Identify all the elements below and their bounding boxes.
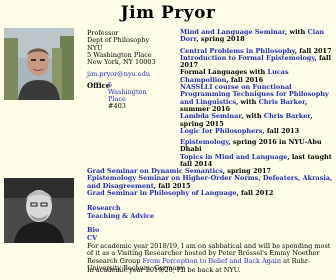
coteacher-link[interactable]: Chris Barker bbox=[259, 98, 305, 106]
return-note: In academic year 2019/20, I'll be back a… bbox=[87, 266, 241, 274]
course-item: NASSLLI course on Functional Programming… bbox=[180, 83, 329, 113]
bio-link[interactable]: Bio bbox=[87, 226, 99, 234]
office-street-link[interactable]: 5 Washington Place bbox=[108, 81, 147, 103]
course-list: Mind and Language Seminar, with Cian Dor… bbox=[180, 28, 334, 168]
email-row: jim.pryor@nyu.edu bbox=[87, 71, 150, 78]
course-item: Epistemology, spring 2016 in NYU-Abu Dha… bbox=[180, 138, 322, 154]
course-link[interactable]: Introduction to Formal Epistemology bbox=[180, 54, 314, 62]
grad-course-list: Grad Seminar on Dynamic Semantics, sprin… bbox=[87, 167, 335, 197]
teaching-link[interactable]: Teaching & Advice bbox=[87, 212, 154, 220]
grad-course-item: Epistemology Seminar on Higher-Order Nor… bbox=[87, 174, 333, 190]
city-address: New York, NY 10003 bbox=[87, 58, 156, 67]
grad-course-item: Grad Seminar in Philosophy of Language, … bbox=[87, 188, 274, 197]
portrait-photo-bw bbox=[4, 178, 74, 243]
course-item: Mind and Language Seminar, with Cian Dor… bbox=[180, 28, 325, 44]
cv-link[interactable]: CV bbox=[87, 234, 97, 242]
course-item: Formal Languages with Lucas Champollion,… bbox=[180, 68, 289, 84]
coteacher-link[interactable]: Chris Barker bbox=[264, 112, 310, 120]
course-link[interactable]: Logic for Philosophers bbox=[180, 127, 262, 135]
page-links: Research Teaching & Advice Bio CV bbox=[87, 204, 154, 243]
research-link[interactable]: Research bbox=[87, 204, 121, 212]
course-item: Lambda Seminar, with Chris Barker, sprin… bbox=[180, 112, 313, 128]
grad-course-link[interactable]: Grad Seminar in Philosophy of Language bbox=[87, 189, 237, 197]
office-room: #403 bbox=[108, 102, 126, 110]
course-item: Logic for Philosophers, fall 2013 bbox=[180, 126, 300, 135]
email-link[interactable]: jim.pryor@nyu.edu bbox=[87, 70, 150, 78]
grad-course-link[interactable]: Epistemology Seminar on Higher-Order Nor… bbox=[87, 174, 332, 190]
contact-info: Professor Dept of Philosophy NYU 5 Washi… bbox=[87, 29, 156, 67]
office-label: Office bbox=[87, 81, 111, 90]
course-item: Introduction to Formal Epistemology, fal… bbox=[180, 53, 331, 70]
portrait-photo bbox=[4, 28, 74, 100]
page-title: Jim Pryor bbox=[120, 3, 216, 23]
